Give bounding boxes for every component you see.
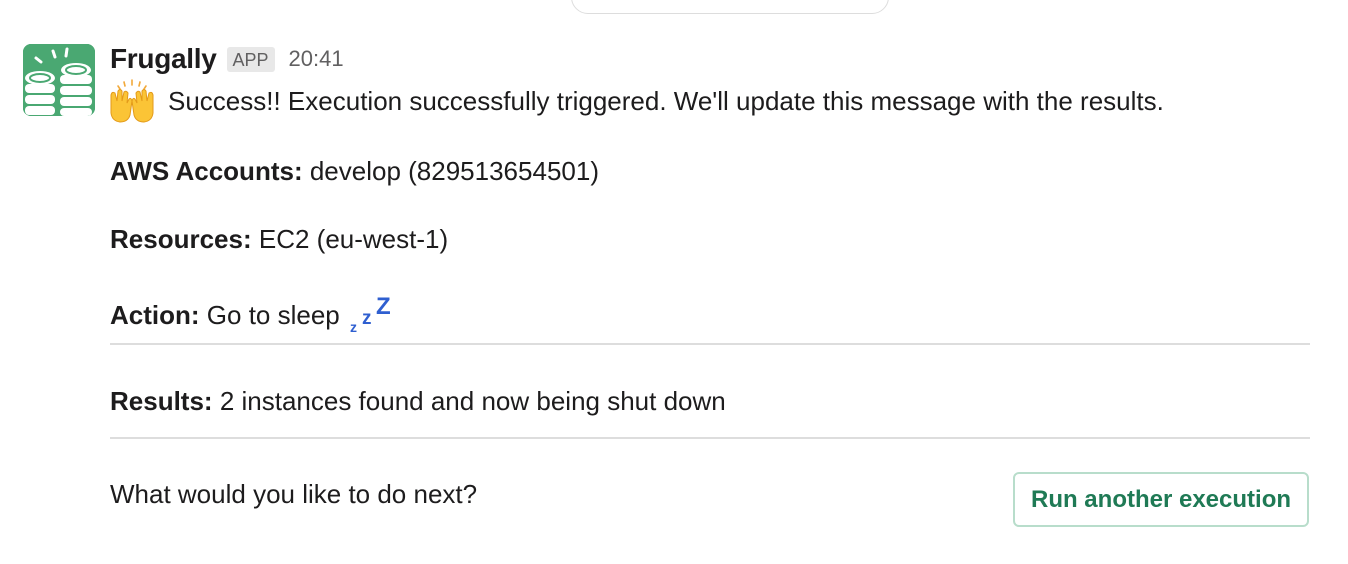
- aws-accounts-label: AWS Accounts:: [110, 156, 303, 186]
- results-field: Results: 2 instances found and now being…: [110, 384, 726, 418]
- message-block: Frugally APP 20:41 Success!! Execution s…: [110, 40, 1310, 527]
- svg-text:Z: Z: [376, 294, 391, 320]
- date-divider-pill[interactable]: [571, 0, 889, 14]
- money-stack-icon: [23, 44, 95, 116]
- action-label: Action:: [110, 300, 200, 330]
- results-value: 2 instances found and now being shut dow…: [219, 386, 726, 416]
- aws-accounts-value: develop (829513654501): [309, 156, 599, 186]
- message-header: Frugally APP 20:41: [110, 40, 1310, 78]
- aws-accounts-field: AWS Accounts: develop (829513654501): [110, 154, 599, 188]
- svg-text:z: z: [362, 308, 372, 329]
- divider: [110, 437, 1310, 439]
- intro-line: Success!! Execution successfully trigger…: [110, 79, 1310, 123]
- app-badge: APP: [226, 46, 275, 72]
- results-label: Results:: [110, 386, 213, 416]
- action-field: Action: Go to sleep z z Z: [110, 290, 396, 335]
- zzz-sleep-icon: z z Z: [350, 294, 391, 335]
- resources-label: Resources:: [110, 224, 252, 254]
- divider: [110, 343, 1310, 345]
- bot-avatar[interactable]: [23, 44, 95, 116]
- action-value: Go to sleep: [206, 300, 340, 330]
- run-another-execution-button[interactable]: Run another execution: [1013, 472, 1309, 527]
- bot-name[interactable]: Frugally: [110, 43, 217, 75]
- next-step-prompt: What would you like to do next?: [110, 479, 478, 509]
- intro-text: Success!! Execution successfully trigger…: [168, 85, 1164, 116]
- raised-hands-icon: [110, 79, 154, 123]
- svg-text:z: z: [350, 319, 357, 335]
- resources-value: EC2 (eu-west-1): [258, 224, 449, 254]
- message-timestamp[interactable]: 20:41: [289, 46, 344, 72]
- resources-field: Resources: EC2 (eu-west-1): [110, 222, 448, 256]
